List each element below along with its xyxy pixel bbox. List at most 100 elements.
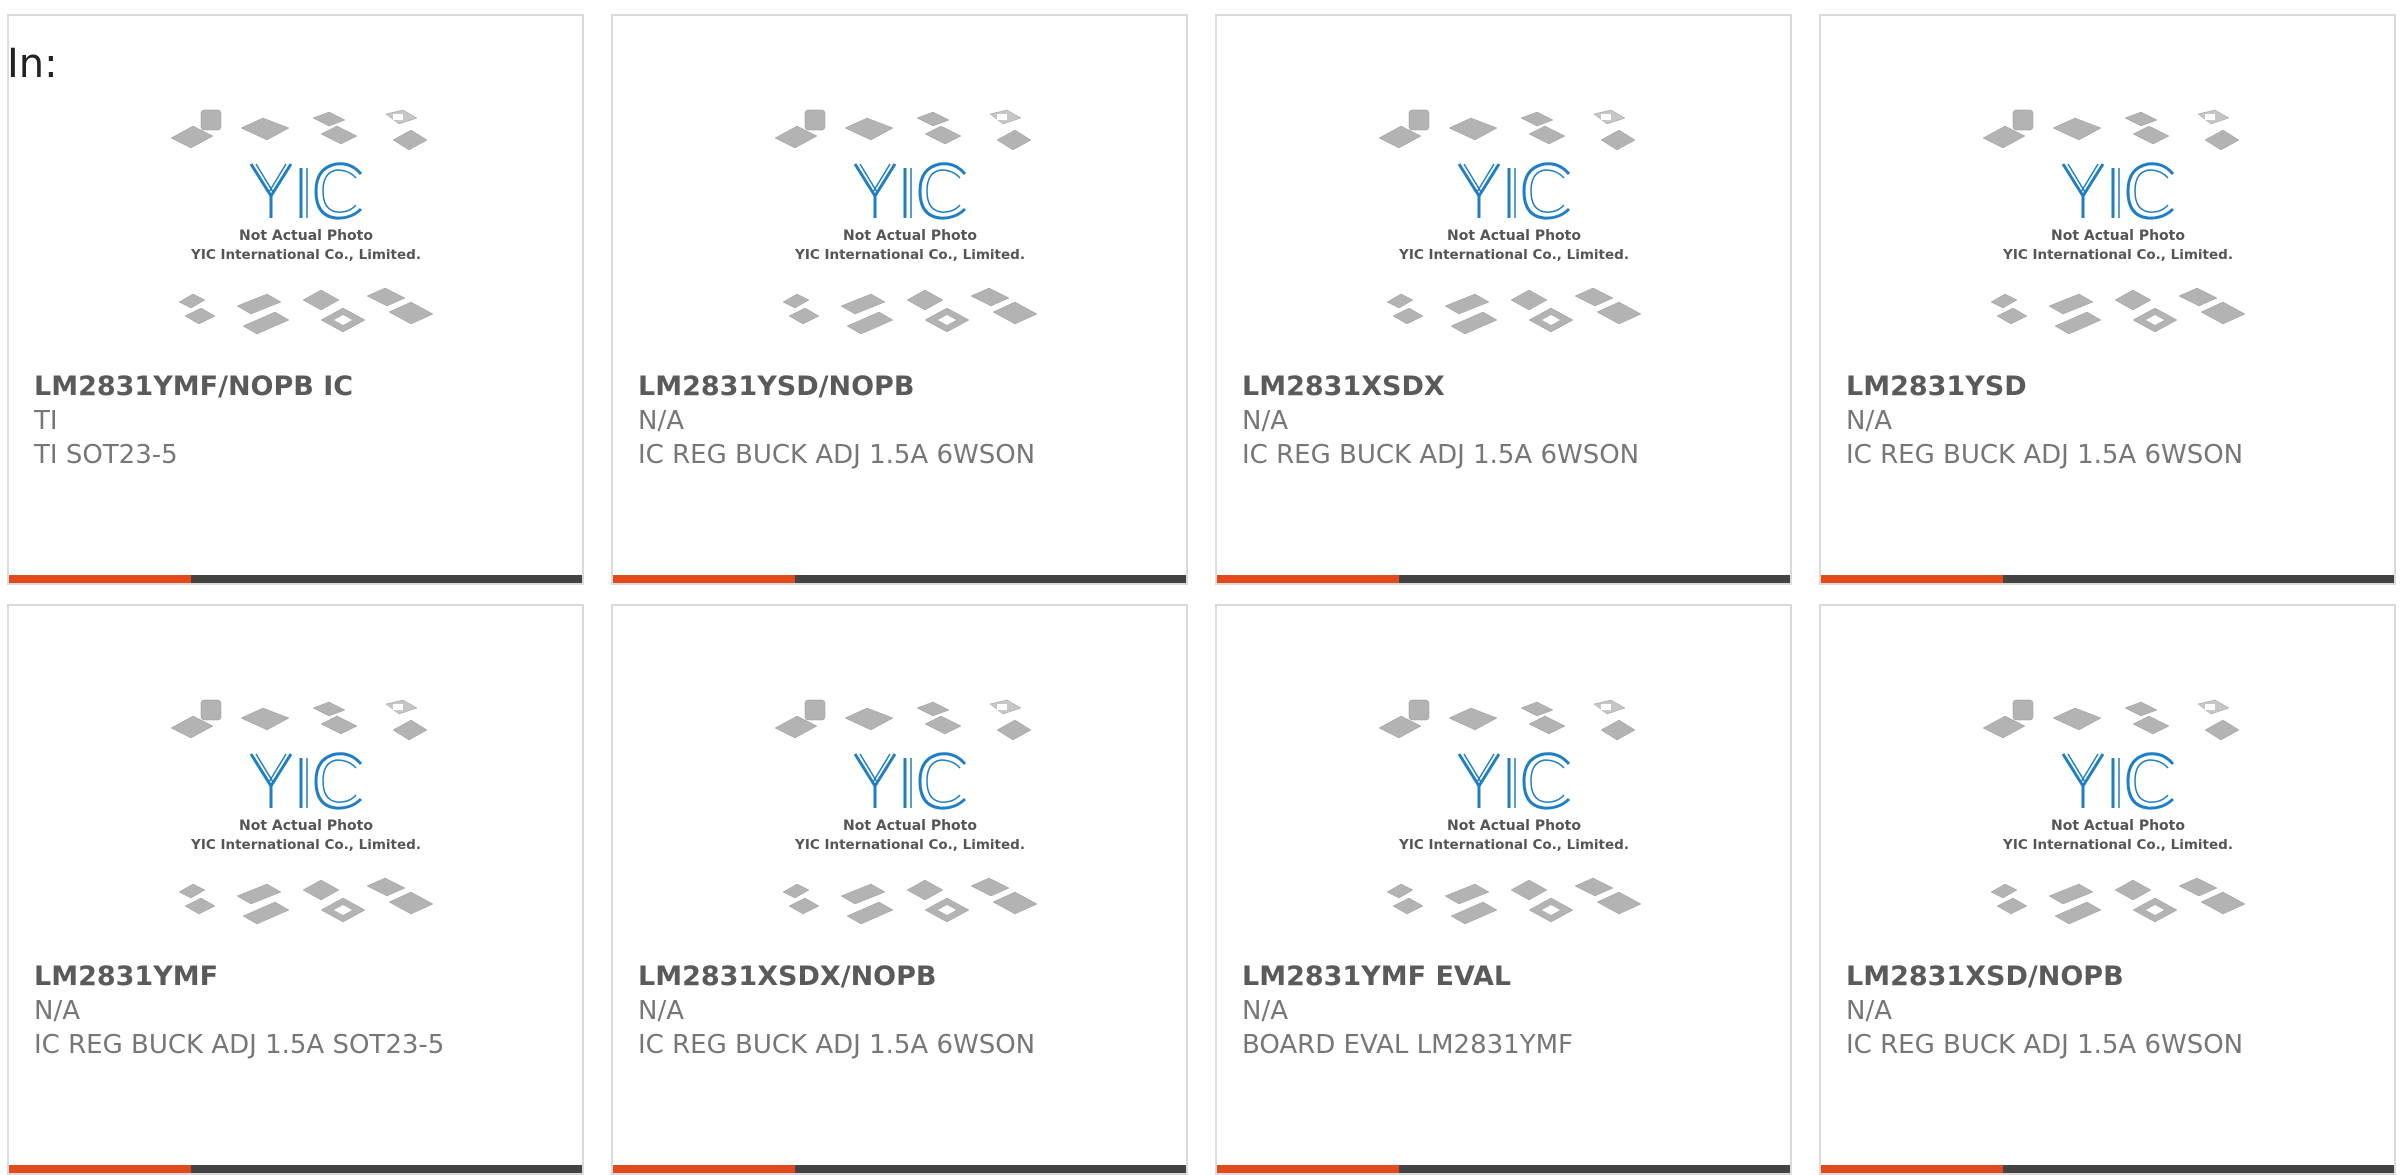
accent-segment <box>1821 1165 2003 1173</box>
product-card[interactable]: Not Actual Photo YIC International Co., … <box>1819 14 2396 585</box>
chip-icons-top <box>171 109 428 151</box>
dark-segment <box>191 1165 582 1173</box>
chip-icons-bottom <box>1990 287 2246 335</box>
chip-icons-top <box>1983 699 2240 741</box>
chip-icons-top <box>1379 109 1636 151</box>
product-card[interactable]: Not Actual Photo YIC International Co., … <box>1819 604 2396 1175</box>
product-placeholder-image: Not Actual Photo YIC International Co., … <box>775 109 1038 335</box>
yic-logo-icon <box>1457 162 1571 220</box>
product-description: IC REG BUCK ADJ 1.5A 6WSON <box>1242 440 1640 470</box>
accent-segment <box>1821 575 2003 583</box>
thumb-caption-line1: Not Actual Photo <box>2051 228 2185 244</box>
product-brand: N/A <box>1846 406 1892 436</box>
thumb-caption-line2: YIC International Co., Limited. <box>1398 247 1629 263</box>
card-accent-bar <box>613 575 1186 583</box>
product-title[interactable]: LM2831YSD/NOPB <box>638 371 914 402</box>
product-brand: N/A <box>1846 996 1892 1026</box>
thumb-caption-line2: YIC International Co., Limited. <box>1398 837 1629 853</box>
product-brand: N/A <box>638 406 684 436</box>
product-brand: N/A <box>1242 406 1288 436</box>
product-title[interactable]: LM2831YMF EVAL <box>1242 961 1511 992</box>
product-placeholder-image: Not Actual Photo YIC International Co., … <box>171 699 434 925</box>
product-card[interactable]: Not Actual Photo YIC International Co., … <box>1215 14 1792 585</box>
chip-icons-top <box>775 109 1032 151</box>
yic-logo-icon <box>2061 162 2175 220</box>
product-placeholder-image: Not Actual Photo YIC International Co., … <box>1983 699 2246 925</box>
dark-segment <box>795 575 1186 583</box>
product-card[interactable]: Not Actual Photo YIC International Co., … <box>7 604 584 1175</box>
product-description: TI SOT23-5 <box>34 440 178 470</box>
product-brand: N/A <box>34 996 80 1026</box>
chip-icons-bottom <box>178 287 434 335</box>
dark-segment <box>1399 1165 1790 1173</box>
product-brand: N/A <box>1242 996 1288 1026</box>
dark-segment <box>2003 1165 2394 1173</box>
accent-segment <box>9 575 191 583</box>
product-description: BOARD EVAL LM2831YMF <box>1242 1030 1573 1060</box>
thumb-caption-line1: Not Actual Photo <box>239 818 373 834</box>
yic-logo-icon <box>1457 752 1571 810</box>
yic-logo-icon <box>2061 752 2175 810</box>
product-description: IC REG BUCK ADJ 1.5A SOT23-5 <box>34 1030 445 1060</box>
thumb-caption-line2: YIC International Co., Limited. <box>794 837 1025 853</box>
card-accent-bar <box>613 1165 1186 1173</box>
product-title[interactable]: LM2831XSD/NOPB <box>1846 961 2124 992</box>
product-brand: TI <box>34 406 58 436</box>
thumb-caption-line1: Not Actual Photo <box>843 818 977 834</box>
chip-icons-top <box>775 699 1032 741</box>
yic-logo-icon <box>249 162 363 220</box>
thumb-caption-line2: YIC International Co., Limited. <box>190 247 421 263</box>
card-accent-bar <box>1217 575 1790 583</box>
product-description: IC REG BUCK ADJ 1.5A 6WSON <box>1846 440 2244 470</box>
card-accent-bar <box>1217 1165 1790 1173</box>
card-accent-bar <box>9 1165 582 1173</box>
thumb-caption-line1: Not Actual Photo <box>843 228 977 244</box>
dark-segment <box>795 1165 1186 1173</box>
product-description: IC REG BUCK ADJ 1.5A 6WSON <box>638 440 1036 470</box>
product-card[interactable]: Not Actual Photo YIC International Co., … <box>611 14 1188 585</box>
card-accent-bar <box>9 575 582 583</box>
accent-segment <box>9 1165 191 1173</box>
accent-segment <box>1217 575 1399 583</box>
thumb-caption-line1: Not Actual Photo <box>1447 228 1581 244</box>
chip-icons-top <box>171 699 428 741</box>
dark-segment <box>2003 575 2394 583</box>
chip-icons-bottom <box>782 287 1038 335</box>
product-card[interactable]: Not Actual Photo YIC International Co., … <box>1215 604 1792 1175</box>
product-title[interactable]: LM2831XSDX/NOPB <box>638 961 937 992</box>
product-placeholder-image: Not Actual Photo YIC International Co., … <box>1379 699 1642 925</box>
thumb-caption-line1: Not Actual Photo <box>239 228 373 244</box>
chip-icons-bottom <box>1386 287 1642 335</box>
chip-icons-top <box>1983 109 2240 151</box>
product-title[interactable]: LM2831YSD <box>1846 371 2027 402</box>
thumb-caption-line2: YIC International Co., Limited. <box>190 837 421 853</box>
thumb-caption-line2: YIC International Co., Limited. <box>2002 837 2233 853</box>
product-card[interactable]: Not Actual Photo YIC International Co., … <box>7 14 584 585</box>
card-accent-bar <box>1821 1165 2394 1173</box>
accent-segment <box>1217 1165 1399 1173</box>
accent-segment <box>613 575 795 583</box>
product-title[interactable]: LM2831YMF <box>34 961 218 992</box>
product-placeholder-image: Not Actual Photo YIC International Co., … <box>1379 109 1642 335</box>
product-title[interactable]: LM2831XSDX <box>1242 371 1445 402</box>
product-card[interactable]: Not Actual Photo YIC International Co., … <box>611 604 1188 1175</box>
chip-icons-bottom <box>178 877 434 925</box>
thumb-caption-line1: Not Actual Photo <box>2051 818 2185 834</box>
product-placeholder-image: Not Actual Photo YIC International Co., … <box>171 109 434 335</box>
in-label: In: <box>7 41 58 87</box>
product-title[interactable]: LM2831YMF/NOPB IC <box>34 371 353 402</box>
thumb-caption-line2: YIC International Co., Limited. <box>794 247 1025 263</box>
card-accent-bar <box>1821 575 2394 583</box>
chip-icons-bottom <box>1386 877 1642 925</box>
product-placeholder-image: Not Actual Photo YIC International Co., … <box>1983 109 2246 335</box>
thumb-caption-line2: YIC International Co., Limited. <box>2002 247 2233 263</box>
yic-logo-icon <box>249 752 363 810</box>
chip-icons-bottom <box>1990 877 2246 925</box>
product-placeholder-image: Not Actual Photo YIC International Co., … <box>775 699 1038 925</box>
yic-logo-icon <box>853 752 967 810</box>
dark-segment <box>191 575 582 583</box>
product-description: IC REG BUCK ADJ 1.5A 6WSON <box>1846 1030 2244 1060</box>
thumb-caption-line1: Not Actual Photo <box>1447 818 1581 834</box>
dark-segment <box>1399 575 1790 583</box>
product-description: IC REG BUCK ADJ 1.5A 6WSON <box>638 1030 1036 1060</box>
